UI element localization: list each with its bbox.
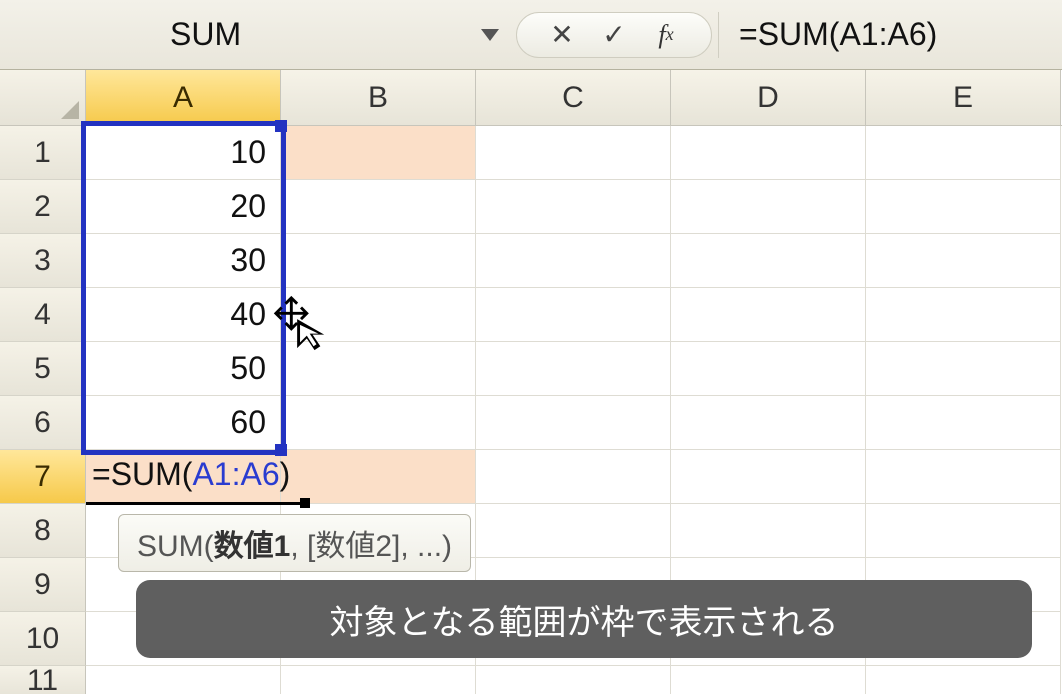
cell-C2[interactable] [476, 180, 671, 234]
cell-C11[interactable] [476, 666, 671, 694]
cell-A6[interactable]: 60 [86, 396, 281, 450]
editing-cell-text[interactable]: =SUM(A1:A6) [92, 456, 290, 493]
cell-E2[interactable] [866, 180, 1061, 234]
cell-E5[interactable] [866, 342, 1061, 396]
cell-A2[interactable]: 20 [86, 180, 281, 234]
column-header-D[interactable]: D [671, 70, 866, 125]
fx-icon[interactable]: fx [651, 20, 681, 50]
row-header-3[interactable]: 3 [0, 234, 86, 288]
cell-E8[interactable] [866, 504, 1061, 558]
cell-E6[interactable] [866, 396, 1061, 450]
table-row: 60 [86, 396, 1062, 450]
name-box[interactable]: SUM [90, 12, 510, 58]
editing-cell-underline [86, 502, 306, 505]
cell-D1[interactable] [671, 126, 866, 180]
cells-area[interactable]: 10 20 30 [86, 126, 1062, 694]
name-box-dropdown-icon[interactable] [476, 21, 504, 49]
function-tooltip[interactable]: SUM(数値1, [数値2], ...) [118, 514, 471, 572]
cell-C1[interactable] [476, 126, 671, 180]
cell-A11[interactable] [86, 666, 281, 694]
cell-D2[interactable] [671, 180, 866, 234]
edit-ref: A1:A6 [192, 456, 279, 492]
column-header-E[interactable]: E [866, 70, 1061, 125]
cell-E7[interactable] [866, 450, 1061, 504]
row-header-9[interactable]: 9 [0, 558, 86, 612]
row-header-11[interactable]: 11 [0, 666, 86, 694]
cell-B4[interactable] [281, 288, 476, 342]
cell-C5[interactable] [476, 342, 671, 396]
row-header-2[interactable]: 2 [0, 180, 86, 234]
edit-suffix: ) [280, 456, 291, 492]
cell-D4[interactable] [671, 288, 866, 342]
cell-E1[interactable] [866, 126, 1061, 180]
name-box-value: SUM [170, 16, 241, 53]
column-header-A[interactable]: A [86, 70, 281, 125]
row-header-6[interactable]: 6 [0, 396, 86, 450]
cell-E4[interactable] [866, 288, 1061, 342]
select-all-corner[interactable] [0, 70, 86, 125]
cell-E3[interactable] [866, 234, 1061, 288]
formula-input-value: =SUM(A1:A6) [739, 16, 937, 53]
cell-A1[interactable]: 10 [86, 126, 281, 180]
cell-B2[interactable] [281, 180, 476, 234]
cell-B5[interactable] [281, 342, 476, 396]
cell-B11[interactable] [281, 666, 476, 694]
cell-D6[interactable] [671, 396, 866, 450]
cell-D3[interactable] [671, 234, 866, 288]
tooltip-rest: , [数値2], ...) [290, 530, 452, 563]
cell-D7[interactable] [671, 450, 866, 504]
row-header-4[interactable]: 4 [0, 288, 86, 342]
tooltip-fn: SUM( [137, 530, 214, 563]
column-header-row: A B C D E [0, 70, 1062, 126]
cell-B7[interactable] [281, 450, 476, 504]
row-header-10[interactable]: 10 [0, 612, 86, 666]
row-header-5[interactable]: 5 [0, 342, 86, 396]
row-header-7[interactable]: 7 [0, 450, 86, 504]
annotation-text: 対象となる範囲が枠で表示される [330, 595, 839, 644]
cell-A5[interactable]: 50 [86, 342, 281, 396]
formula-buttons: ✕ ✓ fx [516, 12, 712, 58]
fill-handle-icon[interactable] [300, 498, 310, 508]
table-row: 50 [86, 342, 1062, 396]
table-row: 10 [86, 126, 1062, 180]
row-header-8[interactable]: 8 [0, 504, 86, 558]
tooltip-arg1: 数値1 [214, 530, 291, 563]
table-row: 40 [86, 288, 1062, 342]
cell-D11[interactable] [671, 666, 866, 694]
formula-input[interactable]: =SUM(A1:A6) [718, 12, 1062, 58]
row-header-col: 1 2 3 4 5 6 7 8 9 10 11 [0, 126, 86, 694]
enter-icon[interactable]: ✓ [599, 18, 629, 51]
spreadsheet-grid: A B C D E 1 2 3 4 5 6 7 8 9 10 11 10 [0, 70, 1062, 694]
cell-A4[interactable]: 40 [86, 288, 281, 342]
cell-B3[interactable] [281, 234, 476, 288]
table-row: 20 [86, 180, 1062, 234]
row-header-1[interactable]: 1 [0, 126, 86, 180]
cell-B6[interactable] [281, 396, 476, 450]
table-row [86, 666, 1062, 694]
cell-D5[interactable] [671, 342, 866, 396]
cell-C4[interactable] [476, 288, 671, 342]
annotation-overlay: 対象となる範囲が枠で表示される [136, 580, 1032, 658]
table-row: 30 [86, 234, 1062, 288]
cell-A3[interactable]: 30 [86, 234, 281, 288]
cell-B1[interactable] [281, 126, 476, 180]
column-header-C[interactable]: C [476, 70, 671, 125]
cell-D8[interactable] [671, 504, 866, 558]
column-header-B[interactable]: B [281, 70, 476, 125]
cell-E11[interactable] [866, 666, 1061, 694]
formula-bar: SUM ✕ ✓ fx =SUM(A1:A6) [0, 0, 1062, 70]
cell-C3[interactable] [476, 234, 671, 288]
edit-prefix: =SUM( [92, 456, 192, 492]
cell-C8[interactable] [476, 504, 671, 558]
cancel-icon[interactable]: ✕ [547, 18, 577, 51]
cell-C6[interactable] [476, 396, 671, 450]
cell-C7[interactable] [476, 450, 671, 504]
